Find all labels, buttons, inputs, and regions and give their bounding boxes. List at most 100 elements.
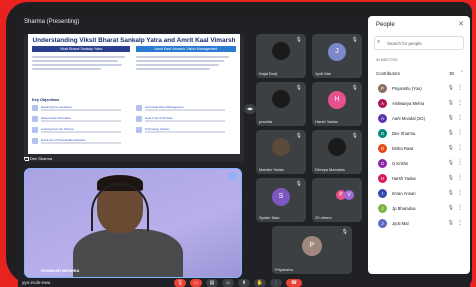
participant-tile[interactable]: 🎙 Kajal Dorji: [256, 34, 306, 78]
person-name: Dev Sharma: [392, 131, 416, 136]
objective-item: Disseminate information: [32, 116, 132, 124]
mic-muted-icon: 🎙: [351, 85, 358, 91]
more-icon[interactable]: ⋮: [457, 204, 463, 211]
others-tile[interactable]: P V 20 others: [312, 178, 362, 222]
mic-muted-icon: 🎙: [447, 160, 454, 166]
camera-toggle-button[interactable]: ▭: [190, 279, 202, 287]
more-icon[interactable]: ⋮: [457, 144, 463, 151]
chevron-up-icon[interactable]: ⌃: [460, 70, 464, 76]
participant-name: Kajal Dorji: [259, 71, 278, 76]
participant-tile[interactable]: S 🎙 Spider Man: [256, 178, 306, 222]
speaking-indicator-icon: [229, 172, 237, 180]
presenter-name: Dev Sharma: [30, 156, 53, 161]
list-item[interactable]: A Aishwarya Mehra 🎙 ⋮: [374, 97, 466, 111]
more-icon[interactable]: ⋮: [457, 189, 463, 196]
participant-name: Priyanshu: [275, 267, 293, 272]
avatar: [328, 138, 346, 156]
avatar: H: [328, 91, 346, 109]
more-icon[interactable]: ⋮: [457, 219, 463, 226]
mic-muted-icon: 🎙: [447, 175, 454, 181]
mic-muted-icon: 🎙: [447, 205, 454, 211]
mic-muted-icon: 🎙: [447, 130, 454, 136]
avatar: S: [272, 188, 290, 206]
mic-muted-icon: 🎙: [447, 220, 454, 226]
list-item[interactable]: H Harsh Yadav 🎙 ⋮: [374, 172, 466, 186]
objective-icon: [32, 127, 38, 133]
participant-tile[interactable]: 🎙 Manish Yadav: [256, 130, 306, 174]
participant-tile[interactable]: J 🎙 Jyoti Mal: [312, 34, 362, 78]
mic-toggle-button[interactable]: 🎙: [174, 279, 186, 287]
person-name: Aishwarya Mehra: [392, 101, 425, 106]
list-item[interactable]: J Jp Bharadva 🎙 ⋮: [374, 202, 466, 216]
list-item[interactable]: D Disha Rawt 🎙 ⋮: [374, 142, 466, 156]
objective-item: Learning from the Citizens: [32, 127, 132, 135]
list-item[interactable]: P Priyanshu (You) 🎙 ⋮: [374, 82, 466, 96]
present-button[interactable]: ⬆: [238, 279, 250, 287]
avatar: A: [378, 114, 387, 123]
participant-name: Spider Man: [259, 215, 280, 220]
participant-tile[interactable]: P 🎙 Priyanshu: [272, 226, 352, 274]
avatar: [272, 42, 290, 60]
avatar: [272, 90, 290, 108]
self-view-tile[interactable]: SHANKAR MESHRA: [24, 168, 242, 278]
participant-tile[interactable]: 🎙 pravida: [256, 82, 306, 126]
more-icon[interactable]: ⋮: [457, 99, 463, 106]
participant-name: pravida: [259, 119, 273, 124]
person-name: Jyoti Mal: [392, 221, 409, 226]
avatar: V: [344, 190, 354, 200]
list-item[interactable]: D Dev Sharma 🎙 ⋮: [374, 127, 466, 141]
search-input[interactable]: Search for people: [374, 36, 464, 50]
section-label: IN MEETING: [376, 58, 398, 62]
more-icon[interactable]: ⋮: [457, 174, 463, 181]
objective-item: Goal of the Amrit Kaal: [136, 116, 236, 124]
emoji-button[interactable]: ☺: [222, 279, 234, 287]
slide-left-body: [32, 54, 130, 90]
others-avatars: P V: [336, 190, 354, 200]
avatar: H: [378, 174, 387, 183]
participant-tile[interactable]: H 🎙 Harsh Yadav: [312, 82, 362, 126]
close-icon[interactable]: ✕: [458, 20, 464, 28]
panel-title: People: [376, 22, 395, 28]
objective-icon: [32, 116, 38, 122]
list-item[interactable]: A Aarti Mondal (2G) 🎙 ⋮: [374, 112, 466, 126]
person-name: Harsh Yadav: [392, 176, 416, 181]
mic-muted-icon: 🎙: [295, 37, 302, 43]
avatar: P: [378, 84, 387, 93]
more-icon[interactable]: ⋮: [457, 129, 463, 136]
people-panel: People ✕ ⌕ Search for people IN MEETING …: [368, 16, 470, 274]
end-call-button[interactable]: ☎: [286, 279, 302, 287]
more-icon[interactable]: ⋮: [457, 114, 463, 121]
participant-tile[interactable]: 🎙 Dhreya Marvaria: [312, 130, 362, 174]
contributors-label[interactable]: Contributors: [376, 71, 400, 76]
contributors-count: 30: [449, 71, 454, 76]
objective-item: Technology Infusion: [136, 127, 236, 135]
list-item[interactable]: J Jyoti Mal 🎙 ⋮: [374, 217, 466, 231]
avatar: D: [378, 129, 387, 138]
control-bar: yyo-zcde-nwu 🎙 ▭ ▤ ☺ ⬆ ✋ ⋮ ☎: [18, 278, 470, 287]
more-options-button[interactable]: ⋮: [270, 279, 282, 287]
objective-item: Amrit Kaal Vision Management: [136, 105, 236, 113]
meet-window: Sharma (Presenting) Understanding Viksit…: [18, 16, 470, 287]
presentation-tile[interactable]: Understanding Viksit Bharat Sankalp Yatr…: [24, 34, 244, 162]
avatar: J: [328, 43, 346, 61]
meeting-code: yyo-zcde-nwu: [22, 280, 51, 285]
slide-right-body: [136, 54, 234, 90]
list-item[interactable]: G G Krishe 🎙 ⋮: [374, 157, 466, 171]
slide-right-header: Amrit Kaal Vimarsh: Vision Management: [136, 46, 236, 52]
more-icon[interactable]: ⋮: [457, 84, 463, 91]
mic-muted-icon: 🎙: [447, 100, 454, 106]
person-name: Disha Rawt: [392, 146, 414, 151]
raise-hand-button[interactable]: ✋: [254, 279, 266, 287]
avatar: D: [378, 144, 387, 153]
captions-button[interactable]: ▤: [206, 279, 218, 287]
slide-title: Understanding Viksit Bharat Sankalp Yatr…: [32, 37, 236, 44]
avatar: G: [378, 159, 387, 168]
more-icon[interactable]: ⋮: [457, 159, 463, 166]
list-item[interactable]: I Imran Ansari 🎙 ⋮: [374, 187, 466, 201]
presenting-title: Sharma (Presenting): [24, 19, 80, 25]
others-count: 20 others: [315, 215, 332, 220]
objective-icon: [32, 138, 38, 144]
mic-muted-icon: 🎙: [295, 181, 302, 187]
collapse-arrow-icon[interactable]: ◀▶: [244, 104, 256, 114]
objective-icon: [136, 116, 142, 122]
